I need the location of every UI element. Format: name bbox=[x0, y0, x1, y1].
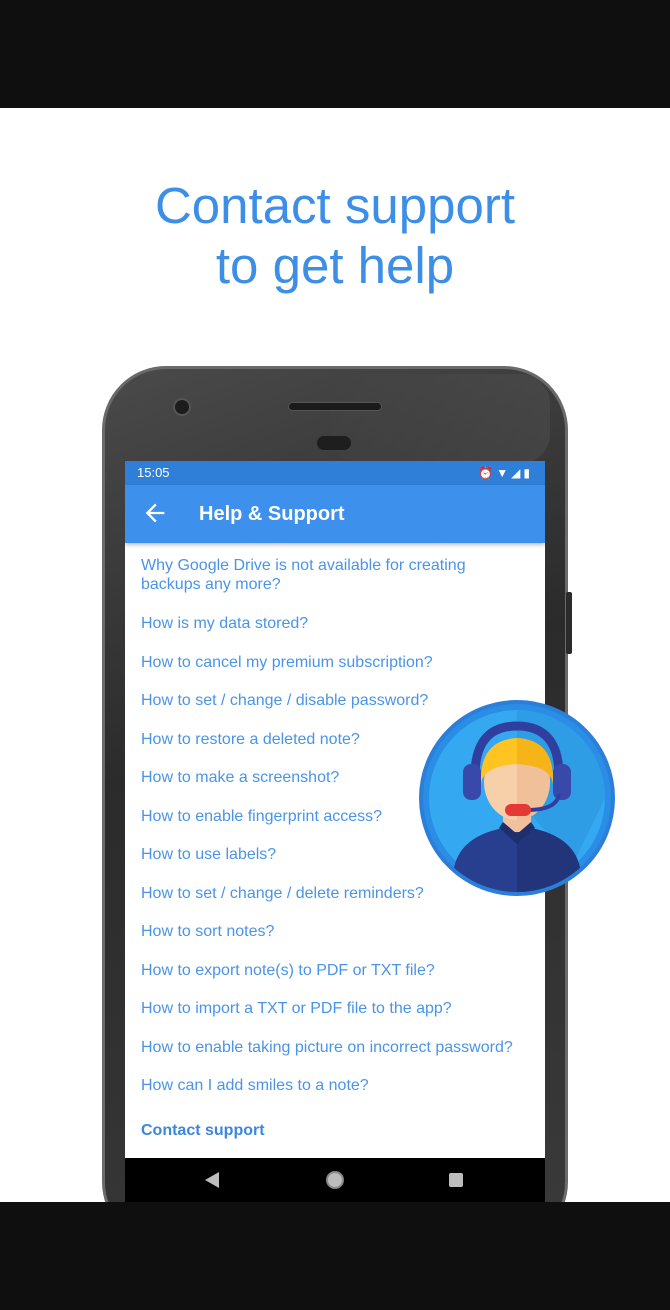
faq-item[interactable]: Why Google Drive is not available for cr… bbox=[141, 556, 501, 594]
page-title: Help & Support bbox=[199, 503, 345, 525]
app-bar: Help & Support bbox=[125, 485, 545, 543]
faq-item[interactable]: How can I add smiles to a note? bbox=[141, 1076, 501, 1095]
contact-support-link[interactable]: Contact support bbox=[141, 1122, 265, 1140]
faq-item[interactable]: How to export note(s) to PDF or TXT file… bbox=[141, 961, 501, 980]
support-agent-icon bbox=[429, 710, 605, 892]
phone-speaker bbox=[288, 402, 382, 411]
faq-item[interactable]: How to enable taking picture on incorrec… bbox=[141, 1038, 541, 1057]
top-black-bar bbox=[0, 0, 670, 108]
arrow-left-icon[interactable] bbox=[141, 499, 169, 527]
phone-glare bbox=[330, 374, 550, 464]
faq-item[interactable]: How to cancel my premium subscription? bbox=[141, 653, 501, 672]
status-bar: 15:05 ⏰▼◢▮ bbox=[125, 461, 545, 485]
alarm-icon: ⏰ bbox=[478, 466, 497, 480]
battery-icon: ▮ bbox=[523, 466, 533, 480]
nav-back-icon[interactable] bbox=[205, 1172, 219, 1188]
signal-icon: ◢ bbox=[511, 466, 524, 480]
bottom-black-bar bbox=[0, 1202, 670, 1310]
headline-line-2: to get help bbox=[215, 237, 455, 294]
nav-recents-icon[interactable] bbox=[449, 1173, 463, 1187]
status-icons: ⏰▼◢▮ bbox=[478, 466, 533, 480]
wifi-icon: ▼ bbox=[496, 466, 512, 480]
phone-sensor bbox=[317, 436, 351, 450]
phone-side-button bbox=[566, 592, 572, 654]
android-nav-bar bbox=[125, 1158, 545, 1202]
promo-headline: Contact support to get help bbox=[0, 176, 670, 296]
status-time: 15:05 bbox=[137, 465, 170, 480]
faq-item[interactable]: How to sort notes? bbox=[141, 922, 501, 941]
support-agent-badge bbox=[419, 700, 615, 896]
faq-item[interactable]: How to import a TXT or PDF file to the a… bbox=[141, 999, 501, 1018]
headline-line-1: Contact support bbox=[154, 177, 516, 234]
nav-home-icon[interactable] bbox=[326, 1171, 344, 1189]
faq-item[interactable]: How is my data stored? bbox=[141, 614, 501, 633]
front-camera bbox=[173, 398, 191, 416]
